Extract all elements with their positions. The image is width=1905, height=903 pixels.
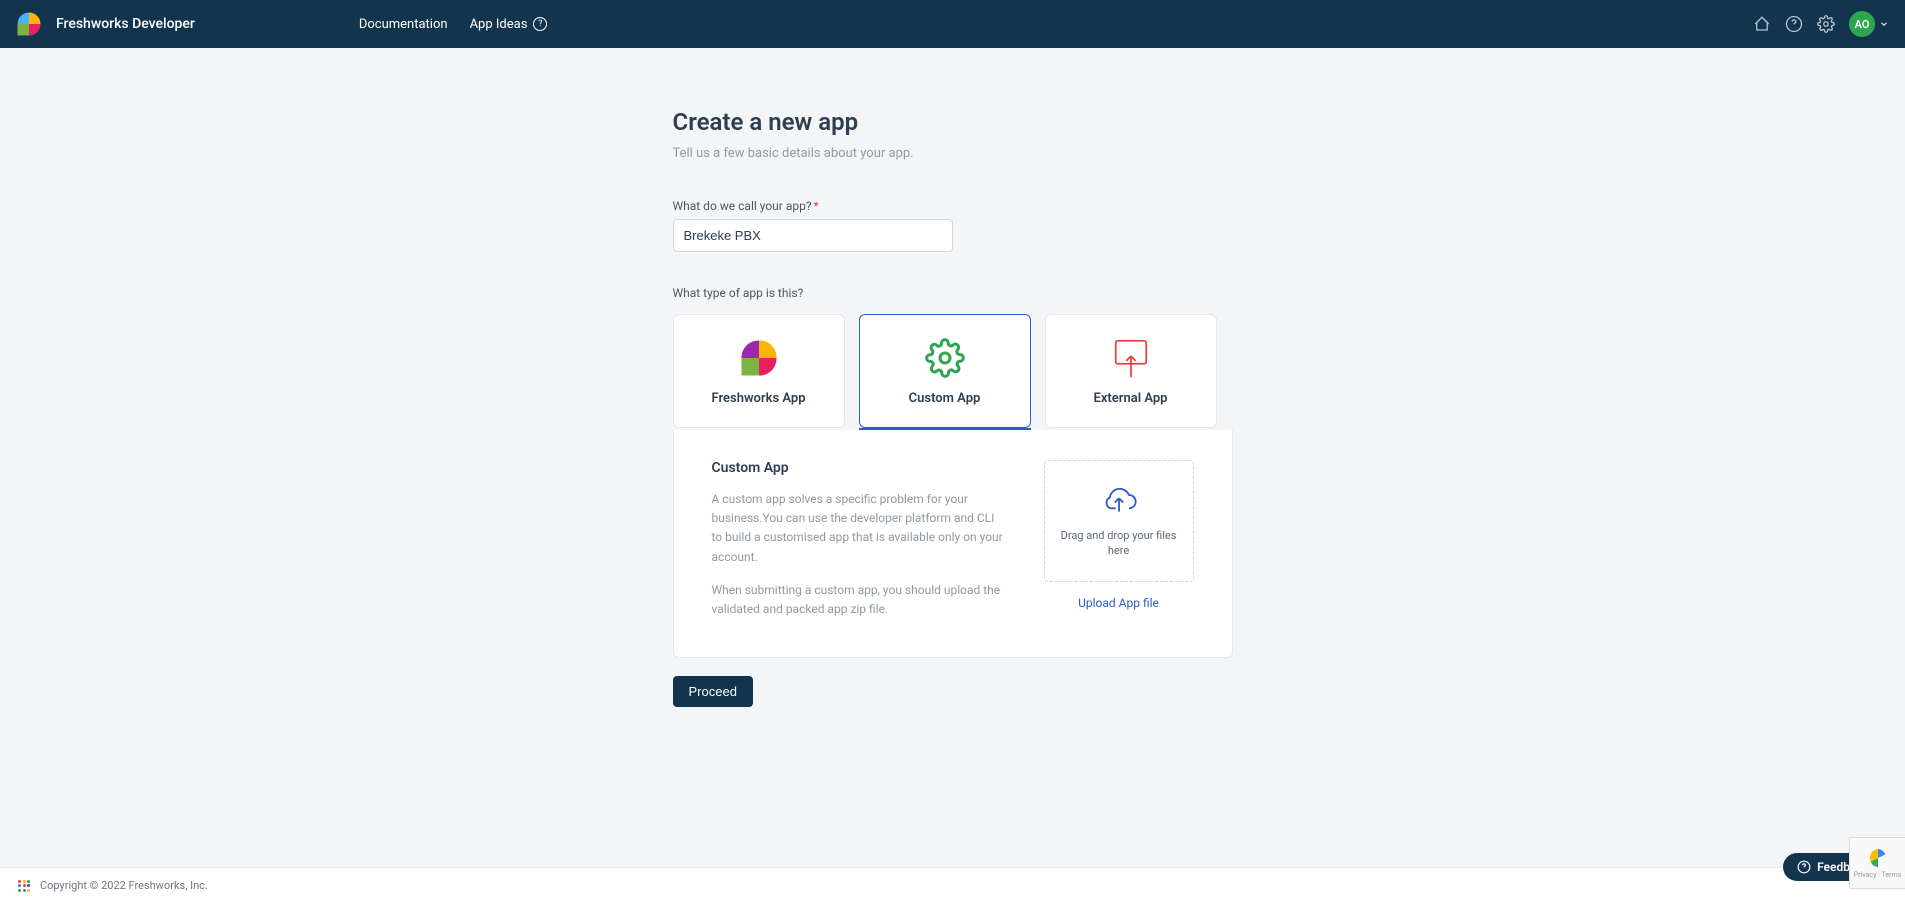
brand-title: Freshworks Developer (56, 16, 195, 32)
proceed-button[interactable]: Proceed (673, 676, 753, 707)
dropzone-text: Drag and drop your files here (1045, 528, 1193, 559)
footer-copyright: Copyright © 2022 Freshworks, Inc. (40, 879, 208, 892)
app-name-input[interactable] (673, 219, 953, 252)
app-name-label: What do we call your app?* (673, 199, 1233, 213)
topbar-right: AO (1753, 11, 1889, 37)
gear-icon[interactable] (1817, 15, 1835, 33)
home-icon[interactable] (1753, 15, 1771, 33)
type-card-freshworks-label: Freshworks App (711, 391, 805, 406)
freshworks-app-icon (738, 337, 780, 379)
help-circle-icon (1797, 860, 1811, 874)
nav-app-ideas[interactable]: App Ideas ? (470, 17, 548, 32)
nav-app-ideas-label: App Ideas (470, 17, 528, 32)
type-card-external[interactable]: External App (1045, 314, 1217, 428)
top-nav: Freshworks Developer Documentation App I… (0, 0, 1905, 48)
main-content: Create a new app Tell us a few basic det… (673, 48, 1233, 747)
type-card-freshworks[interactable]: Freshworks App (673, 314, 845, 428)
nav-documentation[interactable]: Documentation (359, 17, 448, 32)
type-card-external-label: External App (1094, 391, 1168, 406)
topbar-left: Freshworks Developer Documentation App I… (16, 11, 547, 37)
page-subtitle: Tell us a few basic details about your a… (673, 146, 1233, 161)
app-type-cards: Freshworks App Custom App External App (673, 314, 1233, 428)
app-grid-icon[interactable] (18, 880, 30, 892)
help-icon: ? (533, 17, 547, 31)
app-name-label-text: What do we call your app? (673, 199, 812, 213)
cloud-upload-icon (1099, 484, 1139, 516)
detail-desc-1: A custom app solves a specific problem f… (712, 490, 1004, 567)
footer: Copyright © 2022 Freshworks, Inc. (0, 867, 1905, 903)
page-title: Create a new app (673, 108, 1233, 136)
nav-links: Documentation App Ideas ? (359, 17, 548, 32)
detail-panel: Custom App A custom app solves a specifi… (673, 430, 1233, 658)
dropzone-wrap: Drag and drop your files here Upload App… (1044, 460, 1194, 619)
chevron-down-icon (1879, 19, 1889, 29)
recaptcha-text: Privacy · Terms (1854, 871, 1901, 879)
gear-app-icon (924, 337, 966, 379)
upload-file-link[interactable]: Upload App file (1078, 596, 1159, 610)
recaptcha-badge: Privacy · Terms (1849, 837, 1905, 889)
detail-title: Custom App (712, 460, 1004, 476)
detail-text: Custom App A custom app solves a specifi… (712, 460, 1004, 619)
external-app-icon (1110, 337, 1152, 379)
type-card-custom[interactable]: Custom App (859, 314, 1031, 428)
user-menu[interactable]: AO (1849, 11, 1889, 37)
help-circle-icon[interactable] (1785, 15, 1803, 33)
required-marker: * (814, 199, 819, 213)
file-dropzone[interactable]: Drag and drop your files here (1044, 460, 1194, 582)
recaptcha-icon (1867, 847, 1889, 869)
avatar: AO (1849, 11, 1875, 37)
freshworks-logo-icon (16, 11, 42, 37)
detail-desc-2: When submitting a custom app, you should… (712, 581, 1004, 619)
app-type-label: What type of app is this? (673, 286, 1233, 300)
type-card-custom-label: Custom App (909, 391, 981, 406)
brand[interactable]: Freshworks Developer (16, 11, 195, 37)
